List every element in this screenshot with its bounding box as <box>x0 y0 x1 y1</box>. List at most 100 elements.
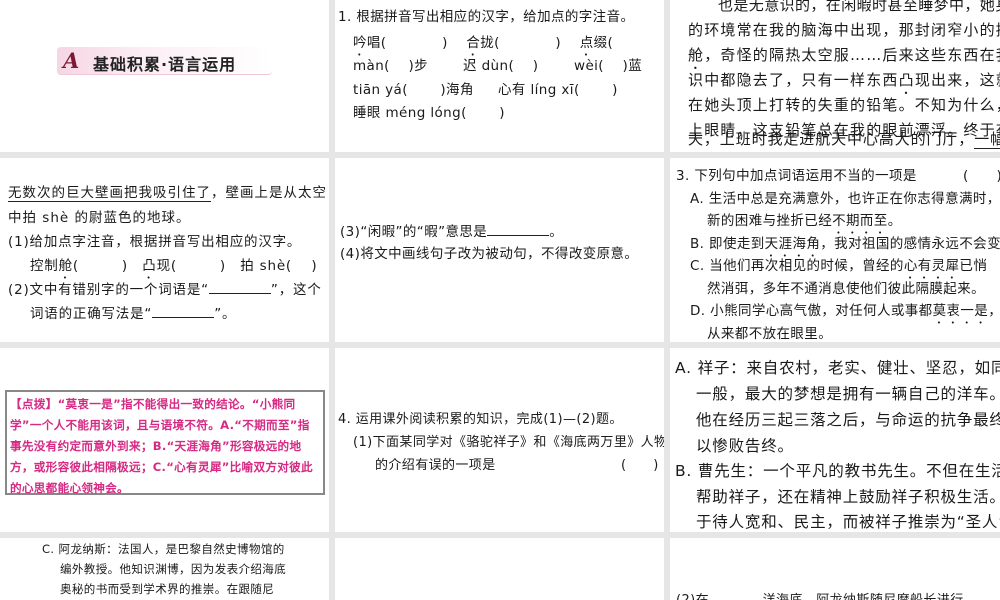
q4-sub1: (1)下面某同学对《骆驼祥子》和《海底两万里》人物 <box>353 435 664 450</box>
q3-option-a: A. 生活中总是充满意外，也许正在你志得意满时， <box>690 191 1000 207</box>
q4-text: 的介绍有误的一项是 <box>375 458 496 473</box>
q4-option-b-line: 于待人宽和、民主，而被祥子推崇为“圣人”。 <box>696 513 1000 531</box>
section-title: 基础积累·语言运用 <box>93 55 237 74</box>
q2-text: (2)文中有错别字的一个词语是“ <box>8 282 209 298</box>
q2-text: 控制 <box>30 258 59 274</box>
emph-word: 心有灵犀 <box>903 258 960 274</box>
q4-sub1-cont: 的介绍有误的一项是 ( ) <box>375 454 658 473</box>
q4-option-c-line: 奥秘的书而受到学术界的推崇。在跟随尼 <box>60 582 275 596</box>
q2-sub2: (2)文中有错别字的一个词语是“ ”，这个 <box>8 278 322 298</box>
q1-word: 吟 <box>353 35 367 51</box>
q4-option-a: A. 祥子：来自农村，老实、健壮、坚忍，如同骆驼 <box>675 359 1000 377</box>
q4-option-a-line: 以惨败告终。 <box>696 437 794 455</box>
emph-word: 莫衷一是 <box>932 303 989 319</box>
q3-title: 3. 下列句中加点词语运用不当的一项是 ( ) <box>676 164 1000 184</box>
panel-tip: 【点拨】“莫衷一是”指不能得出一致的结论。“小熊同学”一个人不能用该词，且与语境… <box>0 348 329 532</box>
q1-row2: màn( )步 迟 dùn( ) wèi( )蓝 <box>353 54 642 74</box>
panel-question-1: 1. 根据拼音写出相应的汉字，给加点的字注音。 吟唱( ) 合拢( ) 点缀( … <box>335 0 664 152</box>
q1-word: 缀( ) <box>593 35 664 51</box>
tip-box: 【点拨】“莫衷一是”指不能得出一致的结论。“小熊同学”一个人不能用该词，且与语境… <box>5 390 325 495</box>
q3-text: 。 <box>887 213 902 229</box>
q2-text: 现( ) <box>156 258 226 274</box>
q3-option-c-cont: 然消弭，多年不通消息使他们彼此隔膜起来。 <box>707 281 985 297</box>
passage-line: 的环境常在我的脑海中出现，那封闭窄小的控制 <box>688 21 1000 39</box>
passage-text: 现出来，这就是那 <box>914 71 1000 89</box>
emph-char: 凸 <box>142 258 157 274</box>
q1-item: wèi( )蓝 <box>574 58 643 74</box>
q3-option-d-cont: 从来都不放在眼里。 <box>707 326 833 342</box>
passage-line: 中拍 shè 的尉蓝色的地球。 <box>8 210 191 226</box>
q1-title: 1. 根据拼音写出相应的汉字，给加点的字注音。 <box>338 9 635 25</box>
passage-text: 天，上班时我走进航天中心高大的门厅， <box>688 130 975 148</box>
section-letter: A <box>63 48 80 73</box>
q1-item: màn( )步 <box>353 58 429 74</box>
panel-question-2: 无数次的巨大壁画把我吸引住了，壁画上是从太空 中拍 shè 的尉蓝色的地球。 (… <box>0 158 329 342</box>
q1-item: tiān yá( )海角 <box>353 82 474 98</box>
q2-text: 词语的正确写法是“ <box>30 306 153 322</box>
q2-sub1: (1)给加点字注音，根据拼音写出相应的汉字。 <box>8 234 302 250</box>
q4-option-b: B. 曹先生：一个平凡的教书先生。不但在生活上 <box>675 462 1000 480</box>
q3-text: B. 即使走到 <box>690 236 765 252</box>
answer-blank[interactable] <box>487 224 550 236</box>
q3-text: 已悄 <box>959 258 988 274</box>
passage-line: 无数次的巨大壁画把我吸引住了，壁画上是从太空 <box>8 181 327 202</box>
q1-word: 拢( ) <box>480 35 562 51</box>
emph-char: 凸 <box>898 71 915 89</box>
answer-blank[interactable] <box>152 306 215 318</box>
q4-sub2: (2)在 洋海底，阿龙纳斯随尼摩船长进行 <box>676 589 964 600</box>
panel-question-4-sub2: (2)在 洋海底，阿龙纳斯随尼摩船长进行 <box>670 538 1000 600</box>
panel-question-2-cont: (3)“闲暇”的“暇”意思是 。 (4)将文中画线句子改为被动句，不得改变原意。 <box>335 158 664 342</box>
q1-item: 迟 dùn( ) <box>463 58 539 74</box>
section-header: A 基础积累·语言运用 <box>57 47 272 75</box>
q2-text: 。 <box>549 224 564 240</box>
q3-text: ， <box>988 303 1000 319</box>
q2-sub3: (3)“闲暇”的“暇”意思是 。 <box>340 220 563 240</box>
q3-text: D. 小熊同学心高气傲，对任何人或事都 <box>690 303 933 319</box>
q4-option-b-line: 帮助祥子，还在精神上鼓励祥子积极生活。由 <box>696 488 1000 506</box>
passage-line: 天，上班时我走进航天中心高大的门厅，一幅见过 <box>688 128 1000 149</box>
q1-row3: tiān yá( )海角 心有 líng xī( ) <box>353 78 617 98</box>
q4-option-c-line: 编外教授。他知识渊博，因为发表介绍海底 <box>60 562 287 576</box>
q4-option-a-line: 他在经历三起三落之后，与命运的抗争最终 <box>696 411 1000 429</box>
panel-question-4-option-c: C. 阿龙纳斯：法国人，是巴黎自然史博物馆的 编外教授。他知识渊博，因为发表介绍… <box>0 538 329 600</box>
passage-text: 识中都隐去了，只有一样东西 <box>688 71 899 89</box>
q1-word: 唱( ) <box>366 35 448 51</box>
panel-passage: 也是无意识的，在闲暇时甚至睡梦中，她身处 的环境常在我的脑海中出现，那封闭窄小的… <box>670 0 1000 152</box>
emph-char: 舱 <box>688 46 705 64</box>
panel-question-4: 4. 运用课外阅读积累的知识，完成(1)—(2)题。 (1)下面某同学对《骆驼祥… <box>335 348 664 532</box>
answer-paren[interactable]: ( ) <box>621 454 659 473</box>
passage-text: ，奇怪的隔热太空服……后来这些东西在我的意 <box>704 46 1000 64</box>
passage-line: 也是无意识的，在闲暇时甚至睡梦中，她身处 <box>718 0 1000 14</box>
q1-word: 点 <box>579 35 594 51</box>
panel-question-3: 3. 下列句中加点词语运用不当的一项是 ( ) A. 生活中总是充满意外，也许正在… <box>670 158 1000 342</box>
q3-text: C. 当他们再次相见的时候，曾经的 <box>690 258 904 274</box>
underlined-sentence: 无数次的巨大壁画把我吸引住了 <box>8 185 211 202</box>
q3-text: 3. 下列句中加点词语运用不当的一项是 <box>676 168 917 184</box>
q1-row4: 睡眼 méng lóng( ) <box>353 105 505 121</box>
q3-text: 新的困难与挫折已经 <box>707 213 833 229</box>
q1-item: 心有 líng xī( ) <box>498 82 618 98</box>
panel-section-header: A 基础积累·语言运用 <box>0 0 329 152</box>
q2-text: ”，这个 <box>270 282 322 298</box>
q2-text: ( ) <box>72 258 128 274</box>
panel-empty <box>335 538 664 600</box>
answer-paren[interactable]: ( ) <box>963 164 1000 184</box>
q2-text: 拍 shè( ) <box>240 258 318 274</box>
answer-blank[interactable] <box>208 282 271 294</box>
underlined-sentence: 一幅见过 <box>974 130 1000 149</box>
passage-line: 在她头顶上打转的失重的铅笔。不知为什么，一闭 <box>688 96 1000 114</box>
panel-question-4-options: A. 祥子：来自农村，老实、健壮、坚忍，如同骆驼 一般，最大的梦想是拥有一辆自己… <box>670 348 1000 532</box>
q4-option-c: C. 阿龙纳斯：法国人，是巴黎自然史博物馆的 <box>42 542 285 556</box>
q2-text: ”。 <box>214 306 237 322</box>
q4-title: 4. 运用课外阅读积累的知识，完成(1)—(2)题。 <box>338 412 623 427</box>
emph-word: 天涯海角 <box>764 236 821 252</box>
q2-sub2-cont: 词语的正确写法是“ ”。 <box>30 302 236 322</box>
q2-sub4: (4)将文中画线句子改为被动句，不得改变原意。 <box>340 246 639 262</box>
q3-text: ，我对祖国的感情永远不会变。 <box>820 236 1000 252</box>
q2-text: (3)“闲暇”的“暇”意思是 <box>340 224 488 240</box>
passage-text: ，壁画上是从太空 <box>211 185 327 201</box>
q1-word: 合 <box>466 35 481 51</box>
emph-word: 不期而至 <box>832 213 888 229</box>
emph-char: 舱 <box>58 258 73 274</box>
q4-option-a-line: 一般，最大的梦想是拥有一辆自己的洋车。 <box>696 385 1000 403</box>
